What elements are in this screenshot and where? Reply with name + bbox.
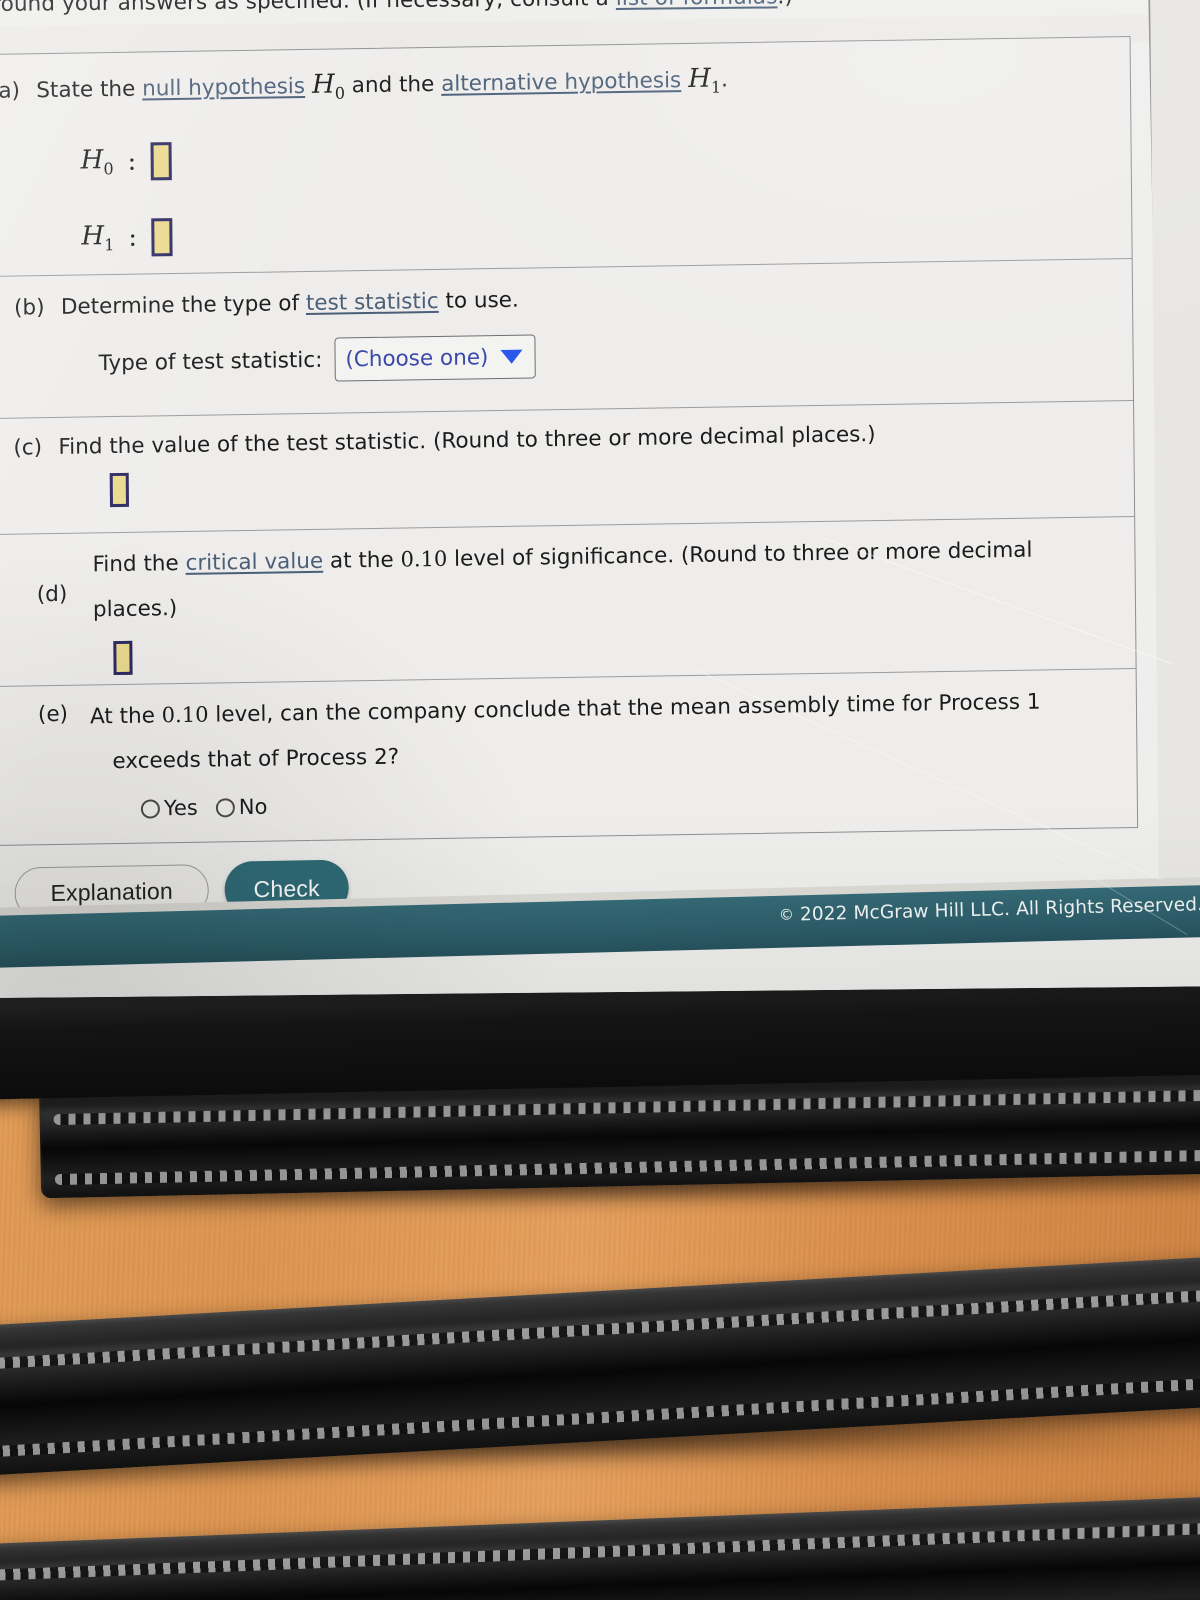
copyright-text: 2022 McGraw Hill LLC. All Rights Reserve… [799,894,1200,926]
h0-symbol: H0 [311,69,346,103]
question-e-text-1: At the [89,703,162,730]
question-d-text-2: at the [323,547,401,574]
h0-colon: : [127,146,137,177]
question-d-level: 0.10 [400,546,448,572]
h1-answer-input[interactable] [150,218,173,257]
question-row-c: (c) Find the value of the test statistic… [0,401,1135,536]
question-b-text-2: to use. [438,287,519,314]
h1-colon: : [128,222,138,253]
alternative-hypothesis-entry-row: H1 : [81,218,173,257]
h1-entry-letter: H [81,221,105,252]
question-c-label: (c) [13,435,43,461]
radio-option-yes[interactable]: Yes [140,795,198,821]
question-d-text-3: level of significance. (Round to three o… [447,537,1033,572]
h1-entry-sub: 1 [104,235,115,255]
h1-symbol-letter: H [688,63,712,94]
test-statistic-field-row: Type of test statistic: (Choose one) [98,334,536,385]
copyright-notice: © 2022 McGraw Hill LLC. All Rights Reser… [779,894,1200,926]
question-a-text-1: State the [36,76,143,104]
radio-yes-label: Yes [163,795,198,821]
question-e-text-2: level, can the company conclude that the… [208,689,1041,728]
question-d-text-line-1: Find the critical value at the 0.10 leve… [92,534,1082,581]
copyright-icon: © [778,905,795,924]
question-card: (a) State the null hypothesis H0 and the … [0,36,1139,847]
alternative-hypothesis-link[interactable]: alternative hypothesis [441,68,681,97]
question-a-text-2: and the [344,71,442,99]
question-b-text: Determine the type of test statistic to … [61,288,519,320]
question-e-label: (e) [37,701,69,728]
conclusion-radio-group: Yes No [140,794,268,821]
question-a-text-3: . [720,67,729,93]
test-statistic-link[interactable]: test statistic [306,289,439,316]
null-hypothesis-link[interactable]: null hypothesis [142,74,305,102]
critical-value-link[interactable]: critical value [185,549,323,576]
test-statistic-value-input[interactable] [109,472,130,508]
h1-symbol: H1 [688,63,722,97]
question-b-text-1: Determine the type of [60,291,307,320]
radio-no-circle[interactable] [215,797,235,817]
test-statistic-field-label: Type of test statistic: [98,347,323,376]
h0-entry-letter: H [80,145,104,176]
aleks-question-page: round your answers as specified. (If nec… [0,0,1200,998]
question-e-level: 0.10 [161,702,209,728]
h1-symbol-sub: 1 [710,77,722,97]
question-c-text: Find the value of the test statistic. (R… [58,422,876,460]
question-a-text: State the null hypothesis H0 and the alte… [36,64,729,104]
radio-option-no[interactable]: No [215,794,268,820]
radio-no-label: No [238,794,268,820]
h0-answer-input[interactable] [150,142,172,181]
question-d-label: (d) [36,581,68,608]
h0-entry-label: H0 [81,145,114,179]
test-statistic-select[interactable]: (Choose one) [334,334,536,382]
radio-yes-circle[interactable] [140,798,160,819]
question-row-e: (e) At the 0.10 level, can the company c… [0,669,1137,847]
chevron-down-icon [500,349,523,364]
photo-scene: round your answers as specified. (If nec… [0,0,1200,1600]
question-e-text-line-2: exceeds that of Process 2? [112,744,400,775]
h0-entry-sub: 0 [103,159,114,179]
question-b-label: (b) [13,295,45,321]
list-of-formulas-link[interactable]: list of formulas [616,0,778,11]
question-row-b: (b) Determine the type of test statistic… [0,259,1134,420]
critical-value-input[interactable] [113,640,133,676]
laptop-screen: round your answers as specified. (If nec… [0,0,1200,998]
question-d-text-1: Find the [92,550,186,578]
test-statistic-select-value: (Choose one) [345,344,489,372]
page-right-margin [1149,0,1200,905]
question-d-text-line-2: places.) [92,596,178,623]
null-hypothesis-entry-row: H0 : [81,142,172,181]
h1-entry-label: H1 [81,221,114,255]
question-row-a: (a) State the null hypothesis H0 and the … [0,37,1132,278]
h0-symbol-sub: 0 [334,83,346,103]
question-a-label: (a) [0,78,21,104]
question-e-text-line-1: At the 0.10 level, can the company concl… [90,685,1110,732]
instructions-suffix: .) [777,0,793,9]
h0-symbol-letter: H [311,69,335,100]
instructions-prefix: round your answers as specified. (If nec… [0,0,616,17]
question-row-d: (d) Find the critical value at the 0.10 … [0,517,1136,688]
